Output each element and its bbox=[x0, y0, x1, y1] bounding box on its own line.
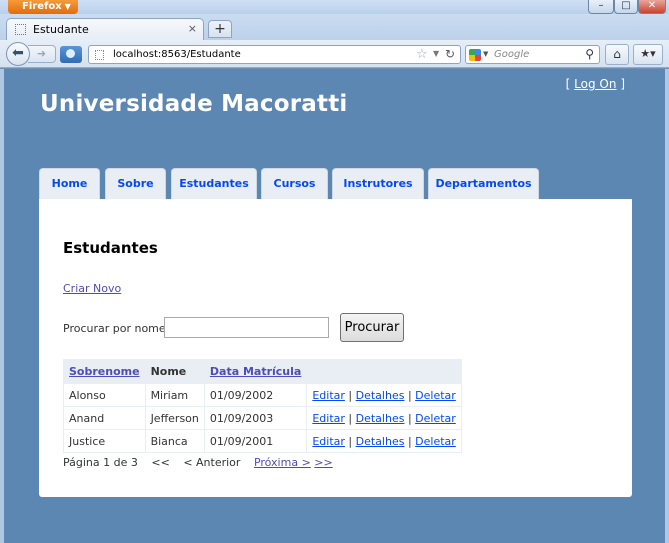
search-button[interactable]: Procurar bbox=[340, 313, 404, 342]
window-titlebar: Firefox ▼ – □ ✕ bbox=[0, 0, 669, 14]
edit-link[interactable]: Editar bbox=[312, 412, 345, 425]
back-button[interactable]: ⬅ bbox=[6, 42, 30, 66]
cell-nome: Bianca bbox=[144, 429, 205, 453]
column-header-sobrenome: Sobrenome bbox=[63, 359, 146, 384]
url-text[interactable]: localhost:8563/Estudante bbox=[113, 49, 241, 60]
tab-sobre[interactable]: Sobre bbox=[105, 168, 166, 199]
cell-data: 01/09/2001 bbox=[203, 429, 308, 453]
search-icon[interactable]: ⚲ bbox=[585, 47, 594, 61]
reload-icon[interactable]: ↻ bbox=[445, 47, 455, 61]
tab-estudantes[interactable]: Estudantes bbox=[171, 168, 257, 199]
back-forward-group: ➜ ⬅ bbox=[6, 42, 56, 66]
chevron-down-icon[interactable]: ▼ bbox=[483, 50, 488, 58]
site-title: Universidade Macoratti bbox=[40, 91, 348, 117]
maximize-button[interactable]: □ bbox=[614, 0, 638, 14]
page-title: Estudantes bbox=[63, 239, 158, 257]
tab-instrutores[interactable]: Instrutores bbox=[332, 168, 424, 199]
students-table: Sobrenome Nome Data Matrícula Alonso Mir… bbox=[63, 359, 462, 453]
cell-actions: Editar | Detalhes | Deletar bbox=[306, 383, 462, 407]
search-bar[interactable]: ▼ Google ⚲ bbox=[465, 45, 600, 64]
login-display: [ Log On ] bbox=[565, 77, 625, 91]
tab-title: Estudante bbox=[33, 23, 89, 36]
edit-link[interactable]: Editar bbox=[312, 435, 345, 448]
tab-departamentos[interactable]: Departamentos bbox=[428, 168, 539, 199]
navigation-toolbar: ➜ ⬅ localhost:8563/Estudante ☆ ▼ ↻ ▼ Goo… bbox=[0, 40, 669, 68]
browser-tab[interactable]: Estudante × bbox=[6, 18, 204, 40]
cell-sobrenome: Anand bbox=[63, 406, 146, 430]
minimize-button[interactable]: – bbox=[588, 0, 614, 14]
delete-link[interactable]: Deletar bbox=[415, 435, 456, 448]
chevron-down-icon: ▼ bbox=[64, 2, 71, 11]
cell-sobrenome: Justice bbox=[63, 429, 146, 453]
column-header-data: Data Matrícula bbox=[203, 359, 308, 384]
cell-sobrenome: Alonso bbox=[63, 383, 146, 407]
table-row: Justice Bianca 01/09/2001 Editar | Detal… bbox=[63, 429, 462, 453]
home-button[interactable]: ⌂ bbox=[605, 44, 629, 65]
sort-data-link[interactable]: Data Matrícula bbox=[210, 365, 301, 378]
next-page-link[interactable]: Próxima > bbox=[254, 456, 311, 469]
log-on-link[interactable]: Log On bbox=[574, 77, 616, 91]
close-window-button[interactable]: ✕ bbox=[638, 0, 666, 14]
page-icon bbox=[15, 24, 26, 35]
tab-bar: Estudante × + bbox=[0, 14, 669, 40]
tab-cursos[interactable]: Cursos bbox=[261, 168, 328, 199]
table-header-row: Sobrenome Nome Data Matrícula bbox=[63, 359, 462, 384]
tab-home[interactable]: Home bbox=[39, 168, 100, 199]
close-tab-icon[interactable]: × bbox=[188, 22, 197, 35]
bookmark-star-icon[interactable]: ☆ bbox=[416, 47, 428, 62]
search-name-input[interactable] bbox=[164, 317, 329, 338]
cell-nome: Miriam bbox=[144, 383, 205, 407]
column-header-nome: Nome bbox=[144, 359, 205, 384]
main-content: Estudantes Criar Novo Procurar por nome:… bbox=[39, 199, 632, 497]
page-viewport: [ Log On ] Universidade Macoratti Home S… bbox=[0, 69, 669, 543]
page-info: Página 1 de 3 bbox=[63, 456, 138, 469]
details-link[interactable]: Detalhes bbox=[356, 435, 405, 448]
forward-button[interactable]: ➜ bbox=[28, 45, 56, 63]
page-icon bbox=[95, 50, 104, 60]
pager: Página 1 de 3 << < Anterior Próxima > >> bbox=[63, 456, 333, 469]
cell-data: 01/09/2002 bbox=[203, 383, 308, 407]
create-new-link[interactable]: Criar Novo bbox=[63, 282, 121, 295]
cell-nome: Jefferson bbox=[144, 406, 205, 430]
sort-sobrenome-link[interactable]: Sobrenome bbox=[69, 365, 140, 378]
table-row: Anand Jefferson 01/09/2003 Editar | Deta… bbox=[63, 406, 462, 430]
table-row: Alonso Miriam 01/09/2002 Editar | Detalh… bbox=[63, 383, 462, 407]
details-link[interactable]: Detalhes bbox=[356, 389, 405, 402]
search-label: Procurar por nome: bbox=[63, 322, 170, 335]
cell-actions: Editar | Detalhes | Deletar bbox=[306, 406, 462, 430]
details-link[interactable]: Detalhes bbox=[356, 412, 405, 425]
first-page-text: << bbox=[151, 456, 170, 469]
cell-data: 01/09/2003 bbox=[203, 406, 308, 430]
bookmarks-button[interactable]: ★▾ bbox=[633, 44, 663, 65]
history-dropdown-icon[interactable]: ▼ bbox=[433, 49, 439, 58]
delete-link[interactable]: Deletar bbox=[415, 389, 456, 402]
previous-page-text: < Anterior bbox=[183, 456, 241, 469]
search-placeholder: Google bbox=[494, 49, 530, 60]
delete-link[interactable]: Deletar bbox=[415, 412, 456, 425]
column-header-actions bbox=[306, 359, 462, 384]
site-identity-icon[interactable] bbox=[60, 46, 82, 63]
address-bar[interactable]: localhost:8563/Estudante ☆ ▼ ↻ bbox=[88, 45, 461, 64]
new-tab-button[interactable]: + bbox=[208, 20, 232, 38]
cell-actions: Editar | Detalhes | Deletar bbox=[306, 429, 462, 453]
firefox-menu-button[interactable]: Firefox ▼ bbox=[8, 0, 78, 14]
edit-link[interactable]: Editar bbox=[312, 389, 345, 402]
google-icon[interactable] bbox=[469, 49, 481, 61]
last-page-link[interactable]: >> bbox=[314, 456, 332, 469]
